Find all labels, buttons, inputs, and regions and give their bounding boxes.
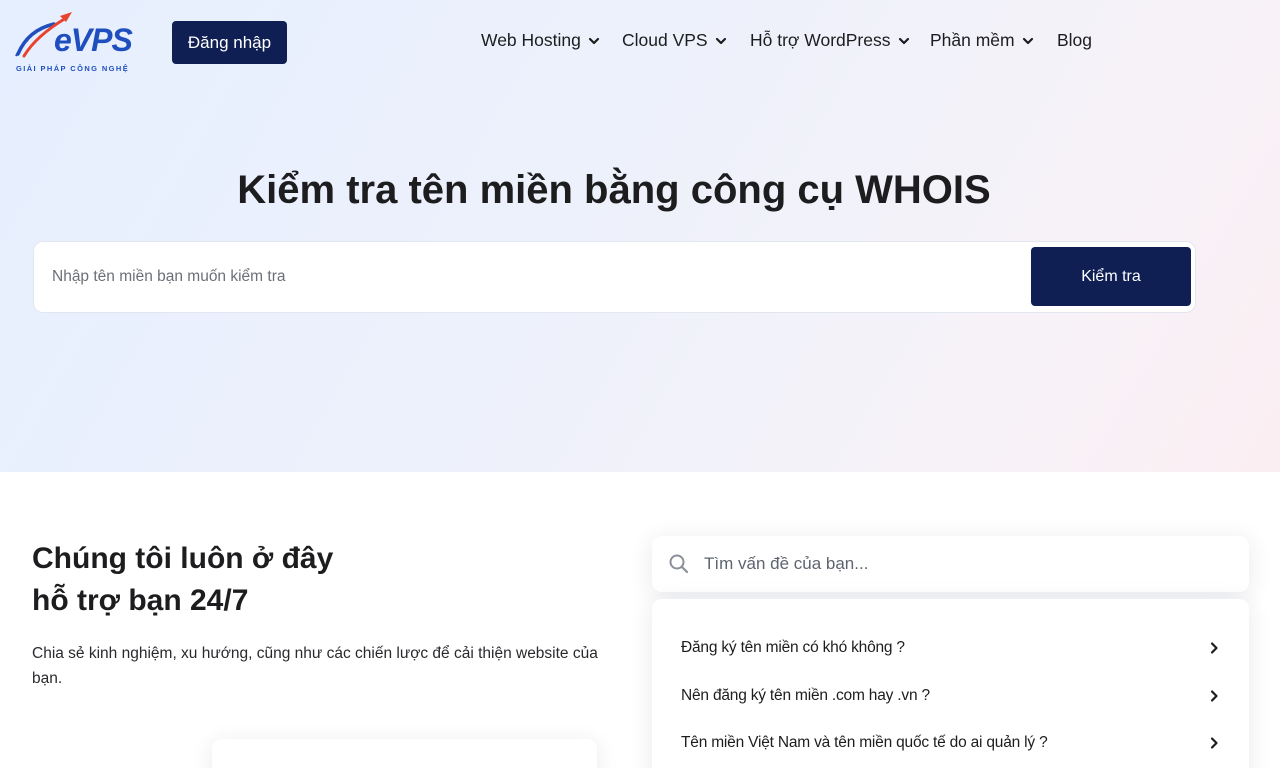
- faq-list: Đăng ký tên miền có khó không ? Nên đăng…: [652, 599, 1249, 768]
- chevron-down-icon: [898, 37, 909, 44]
- search-icon: [669, 554, 689, 574]
- support-description: Chia sẻ kinh nghiệm, xu hướng, cũng như …: [32, 645, 598, 687]
- chevron-right-icon: [1210, 737, 1218, 749]
- logo-tagline: GIẢI PHÁP CÔNG NGHỆ: [16, 64, 130, 73]
- chevron-right-icon: [1210, 642, 1218, 654]
- chevron-right-icon: [1210, 690, 1218, 702]
- support-heading-line1: Chúng tôi luôn ở đây: [32, 542, 334, 575]
- support-heading: Chúng tôi luôn ở đây hỗ trợ bạn 24/7: [32, 538, 592, 622]
- chevron-down-icon: [715, 37, 726, 44]
- faq-item-label: Đăng ký tên miền có khó không ?: [681, 639, 905, 656]
- faq-item[interactable]: Nên đăng ký tên miền .com hay .vn ?: [681, 681, 1221, 711]
- faq-item[interactable]: Tên miền Việt Nam và tên miền quốc tế do…: [681, 728, 1221, 758]
- nav-label: Blog: [1057, 30, 1093, 50]
- evps-logo[interactable]: eVPS GIẢI PHÁP CÔNG NGHỆ: [14, 10, 154, 74]
- chevron-down-icon: [588, 37, 599, 44]
- nav-item-wordpress-support[interactable]: Hỗ trợ WordPress: [750, 30, 911, 51]
- nav-item-cloud-vps[interactable]: Cloud VPS: [622, 30, 728, 51]
- faq-item[interactable]: Đăng ký tên miền có khó không ?: [681, 633, 1221, 663]
- faq-search-input[interactable]: [704, 536, 1224, 592]
- logo-text: eVPS: [54, 22, 133, 58]
- faq-search-box: [652, 536, 1249, 592]
- page-title: Kiểm tra tên miền bằng công cụ WHOIS: [237, 168, 991, 212]
- nav-label: Phần mềm: [930, 30, 1015, 50]
- nav-item-web-hosting[interactable]: Web Hosting: [481, 30, 601, 51]
- check-domain-button[interactable]: Kiểm tra: [1031, 247, 1191, 306]
- hero-section: [0, 0, 1280, 472]
- nav-item-software[interactable]: Phần mềm: [930, 30, 1035, 51]
- nav-label: Web Hosting: [481, 30, 581, 50]
- domain-search-input[interactable]: [52, 242, 1012, 312]
- faq-item-label: Tên miền Việt Nam và tên miền quốc tế do…: [681, 734, 1048, 751]
- domain-search-box: Kiểm tra: [33, 241, 1196, 313]
- login-button[interactable]: Đăng nhập: [172, 21, 287, 64]
- nav-label: Cloud VPS: [622, 30, 708, 50]
- faq-item-label: Nên đăng ký tên miền .com hay .vn ?: [681, 687, 930, 704]
- nav-item-blog[interactable]: Blog: [1057, 30, 1092, 51]
- support-heading-line2: hỗ trợ bạn 24/7: [32, 584, 249, 617]
- nav-label: Hỗ trợ WordPress: [750, 30, 891, 50]
- chevron-down-icon: [1022, 37, 1033, 44]
- support-card: [212, 739, 597, 768]
